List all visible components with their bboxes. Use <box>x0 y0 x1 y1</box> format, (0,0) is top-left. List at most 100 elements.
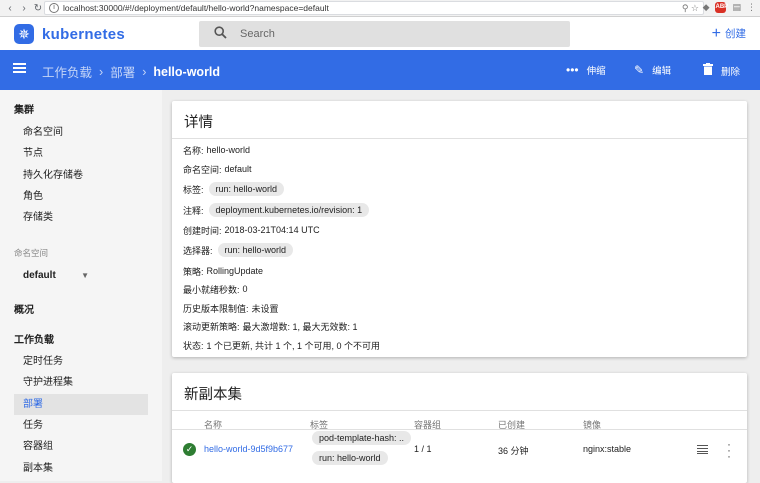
plus-icon: + <box>711 24 721 42</box>
more-vert-icon[interactable]: · · · <box>726 438 732 462</box>
details-card: 详情 名称: hello-world 命名空间: default 标签: run… <box>172 101 747 357</box>
detail-value: hello-world <box>206 145 251 155</box>
detail-key: 策略: <box>183 266 204 277</box>
create-button[interactable]: + 创建 <box>711 24 746 42</box>
detail-revision-history: 历史版本限制值: 未设置 <box>183 300 279 316</box>
zoom-icon[interactable]: ⚲ ☆ <box>682 3 699 14</box>
namespace-value: default <box>23 269 56 281</box>
detail-min-ready: 最小就绪秒数: 0 <box>183 281 248 297</box>
sidebar-item-jobs[interactable]: 任务 <box>14 415 148 436</box>
detail-key: 注释: <box>183 205 204 216</box>
detail-key: 滚动更新策略: <box>183 321 240 332</box>
extensions-area: ◆ ABP ▤ ⋮ <box>703 2 756 13</box>
sidebar-item-storage-classes[interactable]: 存储类 <box>14 207 148 228</box>
adblock-icon[interactable]: ABP <box>715 2 728 13</box>
created-age: 36 分钟 <box>498 446 529 456</box>
detail-key: 最小就绪秒数: <box>183 284 240 295</box>
divider <box>172 138 747 139</box>
detail-strategy: 策略: RollingUpdate <box>183 263 263 279</box>
sidebar-item-deployments[interactable]: 部署 <box>14 394 148 415</box>
extension-icon[interactable]: ◆ <box>703 2 710 13</box>
sidebar-item-persistent-volumes[interactable]: 持久化存储卷 <box>14 165 148 186</box>
replicasets-card: 新副本集 名称 标签 容器组 已创建 镜像 ✓ hello-world-9d5f… <box>172 373 747 483</box>
label-chip: pod-template-hash: .. <box>310 431 412 445</box>
dropdown-arrow-icon: ▼ <box>81 270 89 280</box>
namespace-select[interactable]: default ▼ <box>23 266 89 284</box>
pencil-icon: ✎ <box>634 63 645 77</box>
detail-rolling-update: 滚动更新策略: 最大激增数: 1, 最大无效数: 1 <box>183 318 358 334</box>
trash-icon <box>703 63 713 78</box>
annotation-chip: deployment.kubernetes.io/revision: 1 <box>208 203 370 217</box>
create-label: 创建 <box>725 28 746 40</box>
sidebar-overview[interactable]: 概况 <box>14 301 34 316</box>
browser-toolbar: ‹ › ↻ i localhost:30000/#!/deployment/de… <box>0 0 760 17</box>
detail-status: 状态: 1 个已更新, 共计 1 个, 1 个可用, 0 个不可用 <box>183 337 380 353</box>
detail-value: 0 <box>242 284 248 294</box>
logs-icon[interactable] <box>697 445 708 454</box>
detail-value: 2018-03-21T04:14 UTC <box>224 225 320 235</box>
detail-created: 创建时间: 2018-03-21T04:14 UTC <box>183 222 320 238</box>
detail-key: 标签: <box>183 184 204 195</box>
detail-value: 最大激增数: 1, 最大无效数: 1 <box>242 321 358 332</box>
detail-value: 1 个已更新, 共计 1 个, 1 个可用, 0 个不可用 <box>206 340 381 351</box>
sidebar-item-daemonsets[interactable]: 守护进程集 <box>14 372 148 393</box>
sidebar-cluster-header[interactable]: 集群 <box>14 101 34 116</box>
replicaset-name-link[interactable]: hello-world-9d5f9b677 <box>204 444 293 454</box>
detail-value: 未设置 <box>251 303 279 314</box>
sidebar-workloads-header[interactable]: 工作负载 <box>14 331 54 346</box>
extension-2-icon[interactable]: ▤ <box>732 2 741 13</box>
edit-label: 编辑 <box>652 66 672 77</box>
detail-key: 选择器: <box>183 245 213 256</box>
label-chip-text: pod-template-hash: .. <box>312 431 412 445</box>
detail-key: 名称: <box>183 145 204 156</box>
chevron-right-icon: › <box>99 64 104 79</box>
sidebar-item-namespaces[interactable]: 命名空间 <box>14 122 148 143</box>
search-box[interactable] <box>199 21 570 47</box>
detail-namespace: 命名空间: default <box>183 161 252 177</box>
forward-icon[interactable]: › <box>17 3 31 14</box>
detail-value: default <box>224 164 252 174</box>
reload-icon[interactable]: ↻ <box>31 3 45 14</box>
delete-label: 删除 <box>721 66 741 78</box>
brand-name: kubernetes <box>42 25 126 43</box>
site-info-icon[interactable]: i <box>49 3 59 13</box>
detail-selector: 选择器: run: hello-world <box>183 242 294 258</box>
scale-label: 伸缩 <box>586 66 606 77</box>
detail-value: RollingUpdate <box>206 266 264 276</box>
detail-annotations: 注释: deployment.kubernetes.io/revision: 1 <box>183 202 370 218</box>
delete-button[interactable]: 删除 <box>703 63 740 78</box>
logo[interactable]: ✵ kubernetes <box>14 24 125 44</box>
breadcrumb-workloads[interactable]: 工作负载 <box>42 62 92 81</box>
sidebar-item-roles[interactable]: 角色 <box>14 186 148 207</box>
details-title: 详情 <box>184 115 213 131</box>
breadcrumb-deployments[interactable]: 部署 <box>110 62 135 81</box>
detail-key: 命名空间: <box>183 164 222 175</box>
app-header: ✵ kubernetes + 创建 <box>0 17 760 50</box>
scale-button[interactable]: ••• 伸缩 <box>566 63 606 77</box>
back-icon[interactable]: ‹ <box>3 3 17 14</box>
sidebar-item-replicasets[interactable]: 副本集 <box>14 458 148 479</box>
label-chip: run: hello-world <box>310 451 388 465</box>
sidebar-item-pods[interactable]: 容器组 <box>14 436 148 457</box>
image-name: nginx:stable <box>583 444 632 454</box>
pods-count: 1 / 1 <box>414 444 432 454</box>
sidebar-item-nodes[interactable]: 节点 <box>14 143 148 164</box>
detail-name: 名称: hello-world <box>183 142 250 158</box>
divider <box>172 410 747 411</box>
search-input[interactable] <box>240 28 540 40</box>
chevron-right-icon: › <box>142 64 147 79</box>
detail-key: 历史版本限制值: <box>183 303 249 314</box>
edit-button[interactable]: ✎ 编辑 <box>634 63 671 77</box>
sidebar-item-cronjobs[interactable]: 定时任务 <box>14 351 148 372</box>
detail-key: 创建时间: <box>183 225 222 236</box>
address-bar[interactable]: i localhost:30000/#!/deployment/default/… <box>44 1 704 15</box>
detail-key: 状态: <box>183 340 204 351</box>
browser-menu-icon[interactable]: ⋮ <box>747 2 756 13</box>
detail-labels: 标签: run: hello-world <box>183 181 285 197</box>
page-title: hello-world <box>153 64 221 79</box>
hamburger-menu-icon[interactable] <box>13 63 26 73</box>
replicasets-title: 新副本集 <box>184 387 242 403</box>
sidebar: 集群 命名空间 节点 持久化存储卷 角色 存储类 命名空间 default ▼ … <box>0 90 162 481</box>
selector-chip: run: hello-world <box>217 243 294 257</box>
page-toolbar: 工作负载 › 部署 › hello-world ••• 伸缩 ✎ 编辑 删除 <box>0 50 760 90</box>
